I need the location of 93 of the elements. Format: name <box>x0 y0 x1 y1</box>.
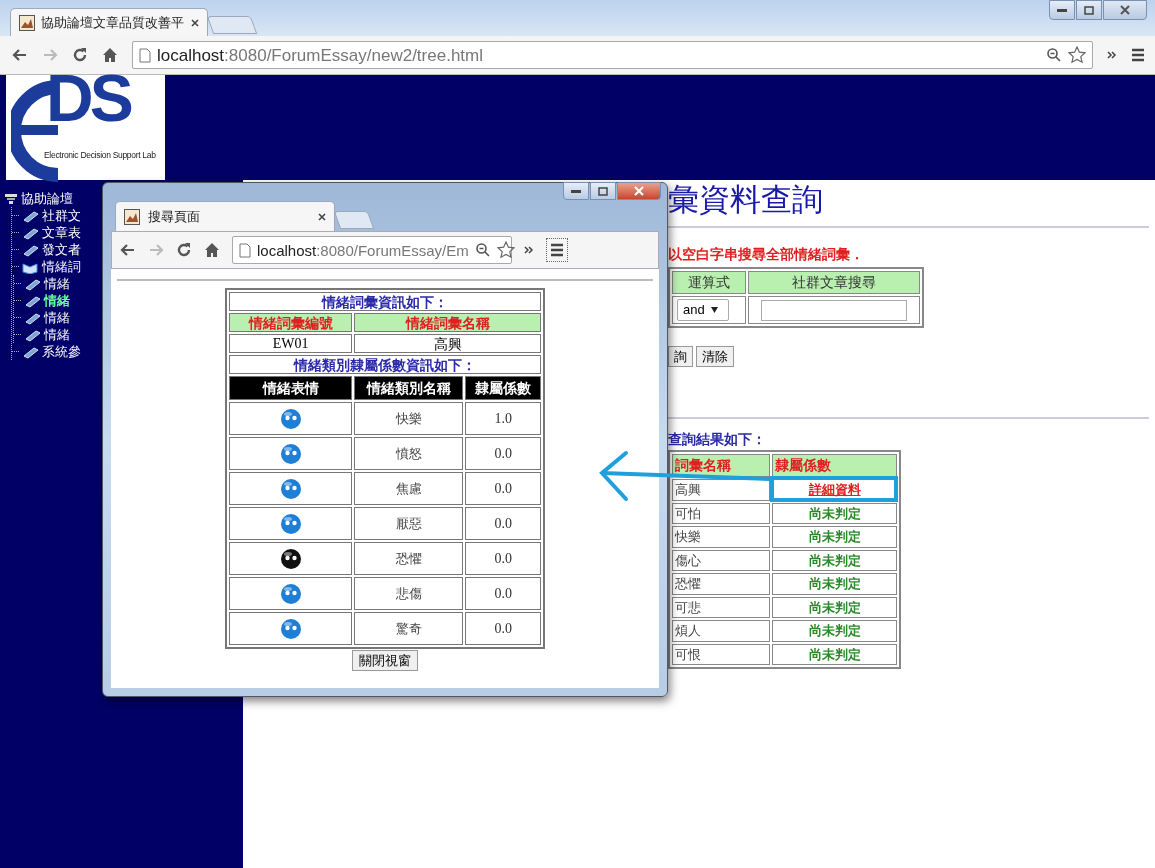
tab-title: 協助論壇文章品質改善平 <box>41 13 185 32</box>
back-icon[interactable] <box>120 242 136 258</box>
table-cell: 0.0 <box>465 577 541 610</box>
column-header: 社群文章搜尋 <box>748 271 920 294</box>
page-icon <box>239 242 251 258</box>
column-header: 情緒詞彙編號 <box>229 313 353 332</box>
close-window-button[interactable]: 關閉視窗 <box>352 650 418 671</box>
table-caption: 情緒詞彙資訊如下： <box>229 292 541 311</box>
table-cell: 可怕 <box>672 502 770 524</box>
minimize-icon <box>1057 8 1067 12</box>
table-cell: 0.0 <box>465 612 541 645</box>
home-icon[interactable] <box>102 47 118 63</box>
table-cell: 悲傷 <box>354 577 464 610</box>
close-icon[interactable] <box>318 212 326 221</box>
column-header: 隸屬係數 <box>465 376 541 400</box>
status-text: 尚未判定 <box>808 505 861 521</box>
status-text: 尚未判定 <box>808 552 861 568</box>
table-cell: 高興 <box>354 334 541 353</box>
minimize-icon <box>571 189 581 193</box>
table-cell: 驚奇 <box>354 612 464 645</box>
page-title: 彙資料查詢 <box>668 181 824 219</box>
more-bookmarks-icon[interactable] <box>524 245 534 255</box>
close-icon <box>1120 5 1130 15</box>
zoom-icon[interactable] <box>474 242 491 258</box>
table-cell: 0.0 <box>465 507 541 540</box>
maximize-button[interactable] <box>1076 0 1102 20</box>
dropdown-caret-icon <box>710 307 718 313</box>
maximize-icon <box>598 186 608 196</box>
form-button[interactable]: 清除 <box>696 346 734 367</box>
bookmark-star-icon[interactable] <box>1068 46 1086 64</box>
close-button[interactable] <box>617 182 661 200</box>
column-header: 詞彙名稱 <box>672 454 770 477</box>
reload-icon[interactable] <box>72 47 88 63</box>
bookmark-star-icon[interactable] <box>496 241 515 259</box>
column-header: 情緒詞彙名稱 <box>354 313 541 332</box>
column-header: 情緒類別名稱 <box>354 376 464 400</box>
table-cell: 厭惡 <box>354 507 464 540</box>
url-text: localhost:8080/ForumEssay/new2/tree.html <box>157 45 483 65</box>
maximize-button[interactable] <box>590 182 616 200</box>
table-cell: 恐懼 <box>354 542 464 575</box>
back-icon[interactable] <box>12 47 28 63</box>
table-cell: 0.0 <box>465 542 541 575</box>
table-cell: 憤怒 <box>354 437 464 470</box>
logo-tagline: Electronic Decision Support Lab <box>44 149 156 162</box>
close-button[interactable] <box>1103 0 1147 20</box>
minimize-button[interactable] <box>1049 0 1075 20</box>
status-text: 尚未判定 <box>808 529 861 544</box>
table-caption: 情緒類別隸屬係數資訊如下： <box>229 355 541 374</box>
status-text: 尚未判定 <box>808 623 861 638</box>
table-cell: 高興 <box>672 479 770 501</box>
status-text: 尚未判定 <box>808 576 861 591</box>
address-field[interactable]: localhost:8080/ForumEssay/new2/tree.html <box>132 41 1093 69</box>
table-cell: 焦慮 <box>354 472 464 505</box>
menu-button[interactable] <box>546 238 568 262</box>
favicon-icon <box>124 208 140 225</box>
operator-dropdown[interactable]: and <box>677 299 729 321</box>
maximize-icon <box>1084 5 1094 15</box>
table-cell: 傷心 <box>672 549 770 571</box>
table-cell: 0.0 <box>465 472 541 505</box>
menu-icon <box>550 243 564 257</box>
column-header: 情緒表情 <box>229 376 353 400</box>
table-cell: 可恨 <box>672 643 770 665</box>
table-cell: 煩人 <box>672 620 770 642</box>
table-cell: 快樂 <box>672 526 770 548</box>
more-bookmarks-icon[interactable] <box>1107 50 1117 60</box>
status-text: 尚未判定 <box>808 599 861 615</box>
status-text: 尚未判定 <box>808 646 861 662</box>
reload-icon[interactable] <box>176 242 192 258</box>
hint-text: 以空白字串搜尋全部情緒詞彙． <box>668 245 865 264</box>
table-cell: 0.0 <box>465 437 541 470</box>
url-text: localhost:8080/ForumEssay/Em <box>257 241 469 259</box>
table-cell: 快樂 <box>354 402 464 435</box>
table-cell: 1.0 <box>465 402 541 435</box>
results-heading: 查詢結果如下： <box>668 430 767 449</box>
page-icon <box>139 47 151 63</box>
table-cell: 恐懼 <box>672 573 770 595</box>
home-icon[interactable] <box>204 242 220 258</box>
column-header: 運算式 <box>672 271 746 294</box>
menu-icon[interactable] <box>1131 48 1145 62</box>
favicon-icon <box>19 14 35 31</box>
search-input-field[interactable] <box>761 299 907 321</box>
close-icon[interactable] <box>191 18 199 27</box>
address-field[interactable]: localhost:8080/ForumEssay/Em <box>232 236 512 264</box>
table-cell: EW01 <box>229 334 353 353</box>
table-cell: 可悲 <box>672 596 770 618</box>
minimize-button[interactable] <box>563 182 589 200</box>
close-icon <box>634 186 644 196</box>
column-header: 隸屬係數 <box>772 454 897 477</box>
browser-tab[interactable]: 協助論壇文章品質改善平 <box>10 8 208 36</box>
form-button[interactable]: 詢 <box>668 346 693 367</box>
browser-tab[interactable]: 搜尋頁面 <box>115 201 335 231</box>
zoom-icon[interactable] <box>1046 47 1062 63</box>
tab-title: 搜尋頁面 <box>148 207 201 226</box>
